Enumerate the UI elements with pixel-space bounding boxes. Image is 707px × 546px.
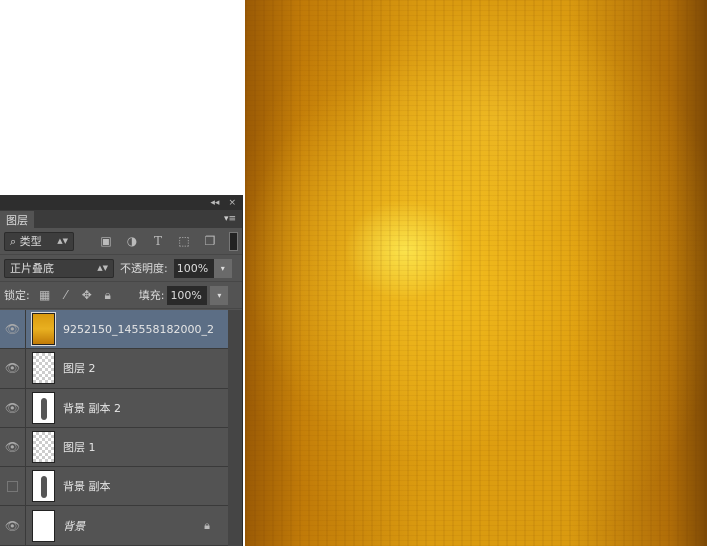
- panel-menu-button[interactable]: ▾≡: [224, 214, 242, 228]
- fill-dropdown[interactable]: ▾: [210, 285, 229, 305]
- layer-thumbnail: [31, 312, 56, 347]
- opacity-input[interactable]: 100%: [173, 258, 214, 278]
- filter-label: 类型: [19, 235, 42, 248]
- layer-row[interactable]: 👁︎ 图层 2: [0, 349, 228, 389]
- layer-thumbnail: [32, 391, 55, 424]
- layer-name: 9252150_145558182000_2: [63, 322, 214, 336]
- layers-list: 👁︎ 9252150_145558182000_2 👁︎ 图层 2 👁︎ 背景 …: [0, 310, 228, 546]
- layer-row[interactable]: 👁︎ 背景 副本 2: [0, 388, 228, 428]
- image-filter-icon[interactable]: ▣: [96, 234, 116, 248]
- visibility-eye-icon[interactable]: 👁︎: [0, 349, 26, 388]
- close-button[interactable]: ×: [228, 198, 236, 208]
- layer-name: 背景: [63, 519, 85, 533]
- type-filter-icon[interactable]: T: [148, 234, 168, 248]
- layer-thumbnail: [32, 509, 55, 542]
- blend-mode-select[interactable]: 正片叠底 ▲▼: [4, 258, 114, 278]
- visibility-eye-icon[interactable]: 👁︎: [0, 506, 26, 545]
- opacity-label: 不透明度:: [120, 262, 168, 275]
- layer-name: 背景 副本: [63, 480, 111, 494]
- layers-scrollbar[interactable]: [228, 310, 242, 546]
- lock-image-brush-icon[interactable]: ⁄: [60, 288, 72, 302]
- visibility-eye-icon[interactable]: 👁︎: [0, 310, 26, 349]
- blend-mode-value: 正片叠底: [10, 262, 54, 275]
- shape-filter-icon[interactable]: ⬚: [174, 234, 194, 248]
- adjustment-filter-icon[interactable]: ◑: [122, 234, 142, 248]
- layer-name: 背景 副本 2: [63, 401, 121, 415]
- layer-thumbnail: [32, 431, 55, 464]
- layer-thumbnail: [32, 352, 55, 385]
- search-icon: ⌕: [10, 235, 17, 248]
- document-canvas[interactable]: [245, 0, 707, 546]
- filter-toggle[interactable]: [229, 231, 238, 251]
- filter-type-select[interactable]: ⌕ 类型 ▲▼: [4, 231, 74, 251]
- smart-object-filter-icon[interactable]: ❐: [200, 234, 220, 248]
- layers-panel: ◂◂ × 图层 ▾≡ ⌕ 类型 ▲▼ ▣ ◑ T ⬚ ❐ 正片叠底 ▲▼ 不透明度:…: [0, 195, 243, 546]
- layer-row[interactable]: 👁︎ 背景 🔒︎: [0, 506, 228, 546]
- layer-row[interactable]: 👁︎ 9252150_145558182000_2: [0, 310, 228, 350]
- lock-label: 锁定:: [4, 289, 30, 302]
- layer-name: 图层 2: [63, 362, 96, 376]
- lock-all-icon[interactable]: 🔒︎: [102, 288, 114, 303]
- lock-icon: 🔒︎: [204, 518, 210, 532]
- layer-row[interactable]: 背景 副本: [0, 467, 228, 507]
- lock-position-move-icon[interactable]: ✥: [81, 288, 93, 302]
- layer-name: 图层 1: [63, 441, 96, 455]
- layer-thumbnail: [32, 470, 55, 503]
- fill-label: 填充:: [138, 289, 165, 302]
- opacity-dropdown[interactable]: ▾: [213, 258, 232, 278]
- visibility-eye-icon[interactable]: 👁︎: [0, 427, 26, 467]
- lock-transparent-icon[interactable]: ▦: [39, 288, 51, 302]
- panel-titlebar: ◂◂ ×: [0, 195, 242, 210]
- tab-layers[interactable]: 图层: [0, 211, 34, 228]
- fill-input[interactable]: 100%: [167, 285, 208, 305]
- collapse-button[interactable]: ◂◂: [210, 198, 219, 208]
- visibility-toggle-hidden[interactable]: [0, 467, 26, 506]
- layer-row[interactable]: 👁︎ 图层 1: [0, 427, 228, 468]
- visibility-eye-icon[interactable]: 👁︎: [0, 388, 26, 427]
